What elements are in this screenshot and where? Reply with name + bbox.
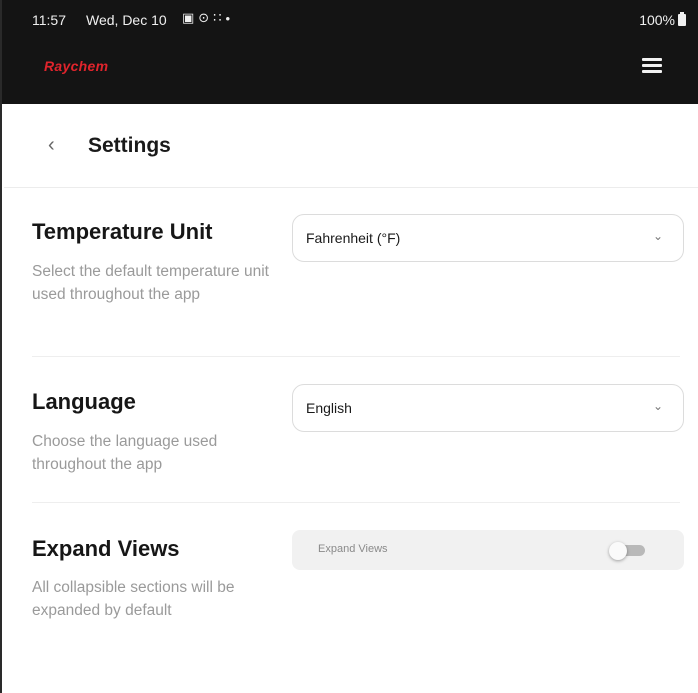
sync-icon: ⊙: [198, 10, 210, 25]
chevron-down-icon: ⌄: [652, 229, 663, 243]
divider: [32, 502, 680, 503]
temperature-unit-description: Select the default temperature unit used…: [32, 263, 269, 303]
status-icons: ▣ ⊙ ∷ •: [182, 10, 230, 26]
chevron-left-icon[interactable]: ‹: [48, 134, 55, 157]
toggle-knob: [609, 542, 627, 560]
battery-icon: [678, 12, 686, 26]
top-bar: 11:57 Wed, Dec 10 ▣ ⊙ ∷ • 100% Raychem: [2, 0, 698, 104]
temperature-unit-title: Temperature Unit: [32, 219, 213, 244]
brand-logo: Raychem: [44, 58, 109, 74]
image-icon: ▣: [182, 10, 195, 25]
app-screen: 11:57 Wed, Dec 10 ▣ ⊙ ∷ • 100% Raychem ‹…: [0, 0, 698, 693]
status-bar: 11:57 Wed, Dec 10 ▣ ⊙ ∷ • 100%: [2, 0, 698, 38]
battery-level: 100%: [639, 12, 675, 28]
page-header: ‹ Settings: [4, 104, 698, 188]
language-description: Choose the language used throughout the …: [32, 433, 218, 473]
expand-views-description: All collapsible sections will be expande…: [32, 579, 235, 619]
expand-views-toggle[interactable]: [609, 542, 645, 560]
divider: [32, 356, 680, 357]
temperature-unit-value: Fahrenheit (°F): [306, 230, 401, 246]
chevron-down-icon: ⌄: [652, 399, 663, 413]
grid-icon: ∷: [213, 10, 222, 25]
temperature-unit-select[interactable]: Fahrenheit (°F) ⌄: [292, 214, 684, 262]
language-title: Language: [32, 389, 136, 414]
language-select[interactable]: English ⌄: [292, 384, 684, 432]
expand-views-title: Expand Views: [32, 536, 180, 561]
expand-views-toggle-label: Expand Views: [318, 543, 388, 555]
language-value: English: [306, 400, 352, 416]
battery-indicator: 100%: [639, 12, 686, 28]
status-date: Wed, Dec 10: [86, 12, 167, 28]
page-title: Settings: [88, 134, 171, 157]
status-time: 11:57: [32, 12, 66, 28]
hamburger-icon[interactable]: [642, 58, 662, 74]
dot-icon: •: [225, 10, 231, 26]
